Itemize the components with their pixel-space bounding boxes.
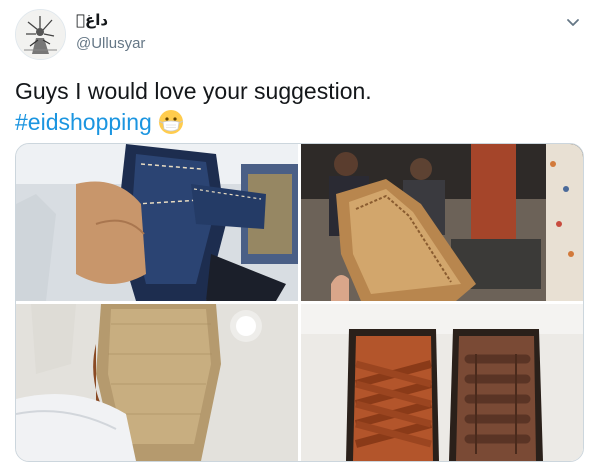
tweet-body: Guys I would love your suggestion. [15,78,372,104]
two-brown-sandals-image [301,304,583,461]
display-name[interactable]: داغؔ [76,11,108,29]
media-grid [15,143,584,462]
photo-2[interactable] [301,144,583,301]
tan-chappal-image [301,144,583,301]
user-handle[interactable]: @Ullusyar [76,35,145,52]
avatar[interactable] [15,9,66,60]
sketch-avatar-icon [16,10,65,59]
hashtag-link[interactable]: #eidshopping [15,109,152,135]
burlap-sandal-image [16,304,298,461]
photo-4[interactable] [301,304,583,461]
chevron-down-icon[interactable] [565,14,581,30]
navy-sandal-image [16,144,298,301]
face-with-medical-mask-icon [158,109,184,135]
tweet-text: Guys I would love your suggestion. #eids… [15,76,575,138]
photo-3[interactable] [16,304,298,461]
photo-1[interactable] [16,144,298,301]
tweet: داغؔ @Ullusyar Guys I would love your su… [0,0,594,471]
